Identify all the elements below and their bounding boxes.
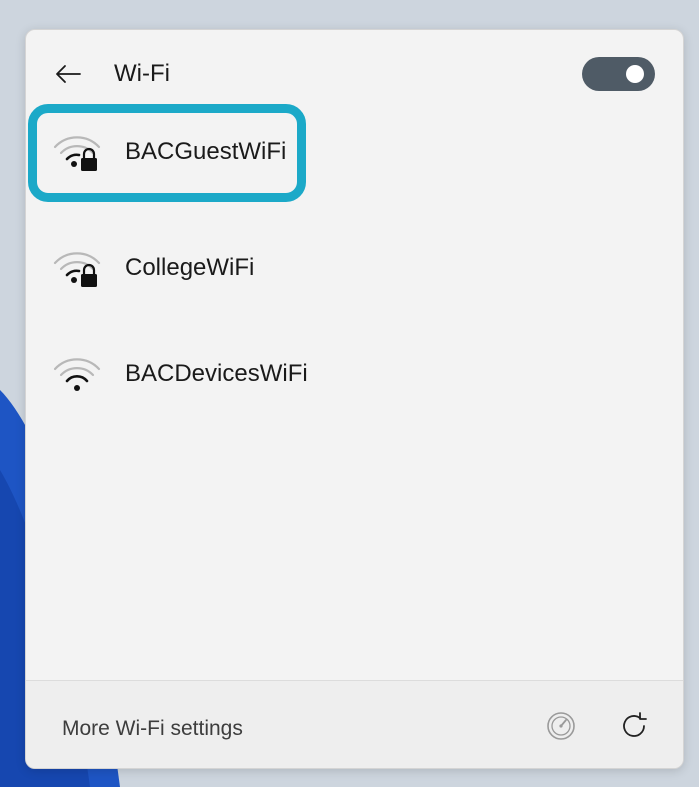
gauge-icon [547,712,575,740]
network-item-bacguestwifi[interactable]: BACGuestWiFi [48,118,648,188]
network-item-collegewifi[interactable]: CollegeWiFi [48,234,648,304]
page-title: Wi-Fi [114,60,170,87]
wifi-lock-icon [53,252,101,287]
flyout-footer: More Wi-Fi settings [26,681,683,768]
toggle-knob [626,65,644,83]
network-item-bacdeviceswifi[interactable]: BACDevicesWiFi [48,340,648,410]
refresh-icon [623,712,647,737]
wifi-header: Wi-Fi [26,30,683,110]
arrow-left-icon [56,65,81,83]
back-button[interactable] [52,58,84,90]
network-name: BACDevicesWiFi [125,360,308,387]
wifi-flyout-panel: Wi-Fi BACGuestWiFi CollegeWiFi BACDevice… [25,29,684,769]
more-wifi-settings-link[interactable]: More Wi-Fi settings [62,715,243,743]
wifi-toggle[interactable] [582,57,655,91]
wifi-icon [53,358,101,391]
speed-test-button[interactable] [543,708,579,744]
network-name: CollegeWiFi [125,254,255,281]
wifi-lock-icon [53,136,101,171]
network-name: BACGuestWiFi [125,138,287,165]
refresh-button[interactable] [617,708,653,744]
